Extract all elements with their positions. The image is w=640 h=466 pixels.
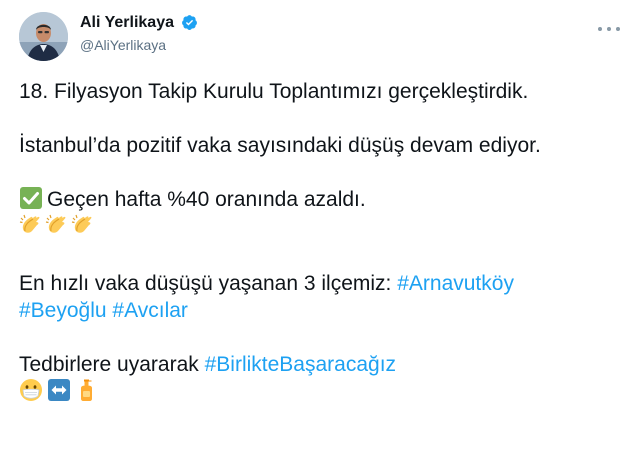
avatar-photo <box>19 12 68 61</box>
tweet-line-2: İstanbul’da pozitif vaka sayısındaki düş… <box>19 134 541 157</box>
hashtag-link[interactable]: #BirlikteBaşaracağız <box>205 353 396 376</box>
more-options-icon[interactable] <box>596 22 622 36</box>
tweet-text: 18. Filyasyon Takip Kurulu Toplantımızı … <box>19 78 627 408</box>
tweet-line-3-text: Geçen hafta %40 oranında azaldı. <box>47 188 366 211</box>
tweet-line-3: Geçen hafta %40 oranında azaldı. <box>19 186 627 213</box>
face-with-medical-mask-emoji <box>20 379 42 401</box>
hashtag-link[interactable]: #Avcılar <box>112 299 187 322</box>
avatar[interactable] <box>19 12 68 61</box>
tweet-line-4-text: En hızlı vaka düşüşü yaşanan 3 ilçemiz: <box>19 272 392 295</box>
white-check-mark-emoji <box>20 187 42 209</box>
tweet-line-5: Tedbirlere uyararak #BirlikteBaşaracağız <box>19 351 627 378</box>
tweet-card: Ali Yerlikaya @AliYerlikaya 18. Filyasyo… <box>0 0 640 466</box>
lotion-bottle-emoji <box>81 379 92 401</box>
clap-emoji-row <box>19 213 627 243</box>
clapping-hands-emoji <box>45 214 66 233</box>
precaution-emoji-row <box>19 378 627 408</box>
clapping-hands-emoji <box>19 214 40 233</box>
verified-badge-icon <box>182 14 198 30</box>
author-handle[interactable]: @AliYerlikaya <box>80 35 198 55</box>
clapping-hands-emoji <box>71 214 92 233</box>
tweet-line-4b: #Beyoğlu #Avcılar <box>19 297 627 324</box>
hashtag-link[interactable]: #Arnavutköy <box>397 272 514 295</box>
tweet-line-4: En hızlı vaka düşüşü yaşanan 3 ilçemiz: … <box>19 270 627 297</box>
author-display-name[interactable]: Ali Yerlikaya <box>80 13 174 33</box>
left-right-arrow-emoji <box>48 379 70 401</box>
hashtag-link[interactable]: #Beyoğlu <box>19 299 107 322</box>
tweet-line-5-text: Tedbirlere uyararak <box>19 353 199 376</box>
tweet-line-1: 18. Filyasyon Takip Kurulu Toplantımızı … <box>19 80 529 103</box>
author-header: Ali Yerlikaya @AliYerlikaya <box>80 13 198 55</box>
